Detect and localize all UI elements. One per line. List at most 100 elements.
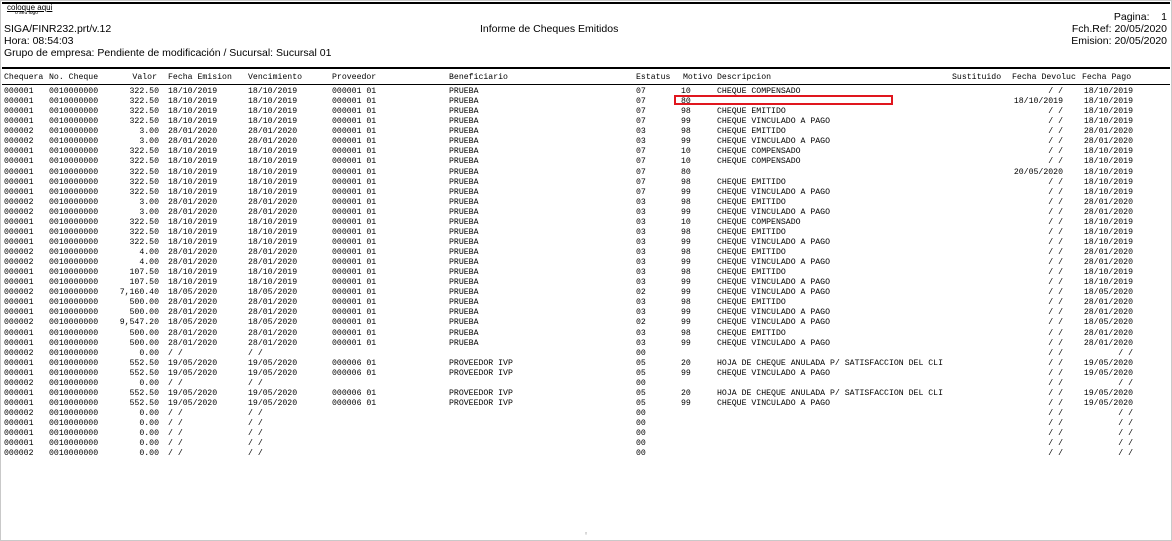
cell-no-cheque: 0010000000 [49,258,99,268]
col-vencimiento: Vencimiento [248,73,303,82]
cell-proveedor: 000006 01 [332,358,377,368]
table-row: 000002 0010000000 9,547.20 18/05/2020 18/05/… [1,318,1171,328]
cell-chequera: 000002 [4,288,34,298]
cell-fecha-pago: 19/05/2020 [1083,398,1133,408]
cell-beneficiario: PRUEBA [449,167,479,177]
cell-vencimiento: 19/05/2020 [248,388,298,398]
cell-valor: 500.00 [129,298,159,308]
cell-valor: 3.00 [139,137,159,147]
cell-valor: 500.00 [129,308,159,318]
cell-proveedor: 000006 01 [332,398,377,408]
cell-estatus: 03 [636,127,646,137]
cell-beneficiario: PROVEEDOR IVP [449,368,513,378]
cell-valor: 322.50 [129,217,159,227]
cell-proveedor: 000001 01 [332,328,377,338]
cell-vencimiento: / / [248,429,263,439]
cell-fecha-emision: / / [168,449,183,459]
cell-fecha-devoluc: / / [1048,197,1063,207]
page-break-mark: ◦ [584,530,589,538]
cell-fecha-devoluc: / / [1048,388,1063,398]
column-rule [2,84,1170,85]
cell-descripcion: CHEQUE VINCULADO A PAGO [717,137,831,147]
cell-fecha-devoluc: / / [1048,298,1063,308]
cell-vencimiento: 28/01/2020 [248,258,298,268]
cell-vencimiento: 19/05/2020 [248,398,298,408]
cell-beneficiario: PRUEBA [449,87,479,96]
cell-descripcion: CHEQUE VINCULADO A PAGO [717,117,831,127]
cell-valor: 322.50 [129,107,159,117]
cell-descripcion: CHEQUE EMITIDO [717,197,786,207]
cell-beneficiario: PRUEBA [449,207,479,217]
cell-motivo: 98 [681,298,691,308]
cell-fecha-devoluc: / / [1048,368,1063,378]
cell-no-cheque: 0010000000 [49,248,99,257]
cell-vencimiento: 28/01/2020 [248,308,298,318]
cell-proveedor: 000006 01 [332,388,377,398]
cell-estatus: 02 [636,288,646,298]
cell-chequera: 000001 [4,419,34,429]
cell-valor: 7,160.40 [119,288,159,298]
cell-estatus: 03 [636,258,646,268]
cell-beneficiario: PRUEBA [449,227,479,237]
cell-vencimiento: / / [248,409,263,418]
col-fecha-pago: Fecha Pago [1082,73,1132,82]
cell-descripcion: CHEQUE EMITIDO [717,328,786,338]
col-beneficiario: Beneficiario [449,73,508,82]
cell-fecha-emision: 18/10/2019 [168,97,218,107]
cell-chequera: 000001 [4,187,34,197]
cell-fecha-devoluc: / / [1048,328,1063,338]
cell-vencimiento: 18/10/2019 [248,97,298,107]
cell-estatus: 00 [636,419,646,429]
cell-estatus: 03 [636,137,646,147]
cell-chequera: 000001 [4,298,34,308]
cell-chequera: 000002 [4,449,34,459]
cell-fecha-pago: / / [1118,429,1133,439]
cell-estatus: 03 [636,217,646,227]
cell-fecha-emision: 28/01/2020 [168,197,218,207]
cell-valor: 0.00 [139,419,159,429]
cell-motivo: 20 [681,358,691,368]
cell-motivo: 99 [681,368,691,378]
cell-no-cheque: 0010000000 [49,439,99,449]
cell-valor: 322.50 [129,227,159,237]
cell-estatus: 07 [636,157,646,167]
cell-vencimiento: 18/10/2019 [248,278,298,288]
cell-fecha-pago: 18/10/2019 [1083,117,1133,127]
cell-vencimiento: 18/10/2019 [248,167,298,177]
table-row: 000002 0010000000 3.00 28/01/2020 28/01/2020… [1,207,1171,218]
cell-chequera: 000001 [4,388,34,398]
table-row: 000001 0010000000 107.50 18/10/2019 18/10/20… [1,268,1171,278]
cell-proveedor: 000001 01 [332,278,377,288]
cell-vencimiento: / / [248,449,263,459]
cell-motivo: 80 [681,167,691,177]
cell-fecha-emision: 28/01/2020 [168,328,218,338]
cell-vencimiento: / / [248,378,263,388]
cell-descripcion: CHEQUE VINCULADO A PAGO [717,398,831,408]
cell-motivo: 10 [681,217,691,227]
page-number: Pagina: 1 [1113,11,1167,23]
cell-estatus: 07 [636,117,646,127]
cell-no-cheque: 0010000000 [49,107,99,117]
cell-beneficiario: PRUEBA [449,127,479,137]
cell-no-cheque: 0010000000 [49,388,99,398]
table-row: 000001 0010000000 500.00 28/01/2020 28/01/20… [1,298,1171,308]
table-row: 000002 0010000000 0.00 / / / / 00 / / / / [1,449,1171,459]
cell-chequera: 000002 [4,409,34,418]
cell-beneficiario: PRUEBA [449,217,479,227]
cell-fecha-devoluc: / / [1048,127,1063,137]
cell-proveedor: 000001 01 [332,177,377,187]
cell-estatus: 05 [636,358,646,368]
cell-proveedor: 000001 01 [332,227,377,237]
cell-fecha-emision: 18/10/2019 [168,107,218,117]
cell-estatus: 07 [636,177,646,187]
cell-beneficiario: PRUEBA [449,268,479,278]
cell-fecha-emision: 18/10/2019 [168,237,218,247]
cell-fecha-emision: 28/01/2020 [168,248,218,257]
cell-descripcion: CHEQUE COMPENSADO [717,157,801,167]
table-row: 000001 0010000000 322.50 18/10/2019 18/10/20… [1,177,1171,188]
cell-fecha-pago: 28/01/2020 [1083,258,1133,268]
cell-fecha-devoluc: / / [1048,87,1063,96]
cell-fecha-devoluc: / / [1048,177,1063,187]
cell-motivo: 98 [681,107,691,117]
print-time: Hora: 08:54:03 [4,35,74,47]
